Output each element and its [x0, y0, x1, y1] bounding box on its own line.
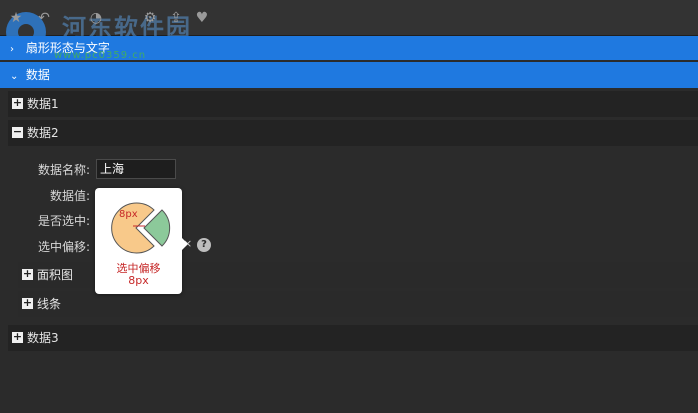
pie-offset-illustration	[111, 202, 171, 254]
plus-icon[interactable]: +	[22, 268, 33, 280]
heart-icon[interactable]: ♥	[194, 10, 210, 26]
name-label: 数据名称:	[37, 163, 90, 177]
tree-item-label: 线条	[37, 297, 62, 311]
offset-label: 选中偏移:	[37, 240, 90, 254]
plus-icon[interactable]: +	[22, 297, 33, 309]
offset-tooltip: 8px 选中偏移 8px	[95, 188, 188, 294]
tree-item-data3[interactable]: + 数据3	[8, 325, 698, 351]
gear-icon[interactable]: ⚙	[142, 10, 158, 26]
section-data[interactable]: ⌄ 数据	[0, 62, 698, 88]
tree-item-label: 面积图	[37, 268, 74, 282]
tree-item-label: 数据3	[27, 331, 59, 345]
tree-item-label: 数据2	[27, 126, 59, 140]
chevron-down-icon: ⌄	[10, 71, 19, 82]
value-label: 数据值:	[49, 189, 90, 203]
offset-px-label: 8px	[119, 209, 138, 220]
tooltip-caption-value: 8px	[128, 274, 149, 287]
selected-label: 是否选中:	[37, 214, 90, 228]
back-icon[interactable]: ↶	[36, 10, 52, 26]
tree-item-data2[interactable]: − 数据2	[8, 120, 698, 146]
plus-icon[interactable]: +	[12, 331, 23, 343]
tree-item-label: 数据1	[27, 97, 59, 111]
share-icon[interactable]: ⇪	[168, 10, 184, 26]
star-icon[interactable]: ★	[8, 10, 24, 26]
tree-item-data1[interactable]: + 数据1	[8, 91, 698, 117]
name-input[interactable]: 上海	[96, 159, 176, 179]
watermark-url: www.pc0359.cn	[54, 50, 147, 61]
chevron-right-icon: ›	[10, 44, 14, 55]
pie-icon[interactable]: ◔	[88, 10, 104, 26]
tree-item-line[interactable]: + 线条	[18, 291, 698, 317]
help-icon[interactable]: ?	[197, 238, 211, 252]
section-data-label: 数据	[25, 68, 50, 82]
plus-icon[interactable]: +	[12, 97, 23, 109]
toolbar: 河东软件园 ★ ↶ ◔ ⚙ ⇪ ♥	[0, 0, 698, 52]
minus-icon[interactable]: −	[12, 126, 23, 138]
